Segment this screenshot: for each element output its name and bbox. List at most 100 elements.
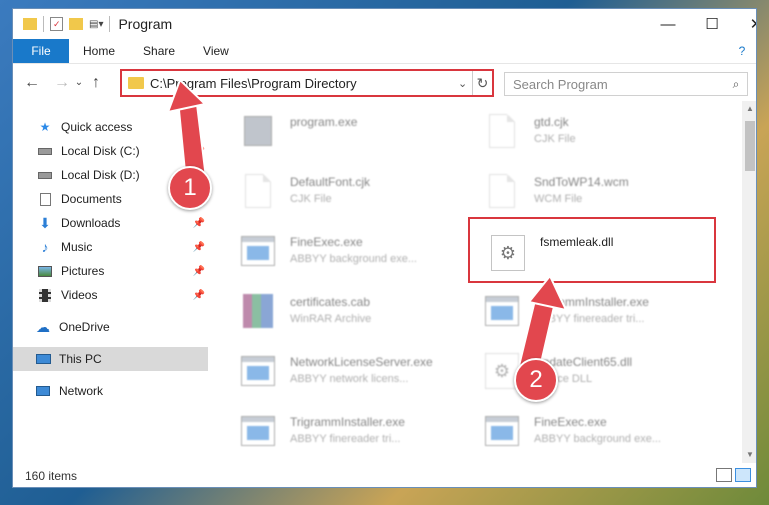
file-item[interactable]: program.exe <box>238 109 478 163</box>
sidebar-item-label: Network <box>59 384 104 398</box>
customize-toolbar-icon[interactable]: ▤▾ <box>89 19 103 30</box>
network-icon <box>35 384 51 398</box>
pin-icon[interactable]: 📌 <box>193 290 205 301</box>
sidebar-item-downloads[interactable]: ⬇ Downloads 📌 <box>13 211 208 235</box>
pin-icon[interactable]: 📌 <box>193 242 205 253</box>
computer-icon <box>35 352 51 366</box>
tab-share[interactable]: Share <box>129 39 189 63</box>
application-icon <box>482 409 522 453</box>
sidebar-item-network[interactable]: Network <box>13 379 208 403</box>
file-icon <box>482 109 522 153</box>
star-icon: ★ <box>39 120 51 134</box>
file-type: ABBYY background exe... <box>534 433 661 445</box>
file-item[interactable]: SndToWP14.wcm WCM File <box>482 169 722 223</box>
address-field[interactable]: C:\Program Files\Program Directory ⌄ ↻ <box>120 69 494 97</box>
sidebar-item-pictures[interactable]: Pictures 📌 <box>13 259 208 283</box>
title-bar: ✓ ▤▾ Program — ☐ ✕ <box>13 9 756 39</box>
details-view-icon[interactable] <box>716 468 732 482</box>
status-bar: 160 items <box>13 463 756 487</box>
help-icon[interactable]: ? <box>732 39 752 63</box>
tab-view[interactable]: View <box>189 39 243 63</box>
close-button[interactable]: ✕ <box>733 9 756 39</box>
scroll-up-icon[interactable]: ▲ <box>742 101 756 117</box>
file-name: SndToWP14.wcm <box>534 175 629 189</box>
tab-file[interactable]: File <box>13 39 69 63</box>
forward-button[interactable]: → <box>51 74 73 92</box>
file-name: certificates.cab <box>290 295 371 309</box>
recent-locations-button[interactable]: ⌄ <box>73 77 85 88</box>
file-item[interactable]: DefaultFont.cjk CJK File <box>238 169 478 223</box>
large-icons-view-icon[interactable] <box>735 468 751 482</box>
scroll-down-icon[interactable]: ▼ <box>742 447 756 463</box>
application-icon <box>482 289 522 333</box>
up-button[interactable]: ↑ <box>85 74 107 92</box>
folder-icon[interactable] <box>23 18 37 30</box>
pin-icon[interactable]: 📌 <box>193 218 205 229</box>
drive-icon <box>37 168 53 182</box>
search-input[interactable]: Search Program ⌕ <box>504 72 748 96</box>
file-type: ABBYY background exe... <box>290 253 417 265</box>
file-item[interactable]: certificates.cab WinRAR Archive <box>238 289 478 343</box>
file-item[interactable]: NetworkLicenseServer.exe ABBYY network li… <box>238 349 478 403</box>
vertical-scrollbar[interactable]: ▲ ▼ <box>742 101 756 463</box>
address-path[interactable]: C:\Program Files\Program Directory <box>150 76 458 91</box>
file-type: ABBYY network licens... <box>290 373 409 385</box>
sidebar-item-label: This PC <box>59 352 102 366</box>
sidebar-item-label: Pictures <box>61 264 105 278</box>
file-item[interactable]: TrigrammInstaller.exe ABBYY finereader tr… <box>238 409 478 463</box>
new-folder-icon[interactable] <box>69 18 83 30</box>
scroll-thumb[interactable] <box>745 121 755 171</box>
callout-2-badge: 2 <box>514 358 558 402</box>
application-icon <box>238 409 278 453</box>
sidebar-item-label: Downloads <box>61 216 121 230</box>
pin-icon[interactable]: 📌 <box>193 146 205 157</box>
file-icon <box>482 169 522 213</box>
folder-icon <box>128 77 144 89</box>
sidebar-item-this-pc[interactable]: This PC <box>13 347 208 371</box>
sidebar-item-music[interactable]: ♪ Music 📌 <box>13 235 208 259</box>
sidebar-item-label: Documents <box>61 192 122 206</box>
file-type: WCM File <box>534 193 583 205</box>
callout-1-badge: 1 <box>168 166 212 210</box>
file-item[interactable]: FineExec.exe ABBYY background exe... <box>238 229 478 283</box>
refresh-button[interactable]: ↻ <box>472 71 492 95</box>
file-name: TrigrammInstaller.exe <box>290 415 405 429</box>
file-item[interactable]: TrigrammInstaller.exe ABBYY finereader tr… <box>482 289 722 343</box>
cloud-icon: ☁ <box>36 318 50 335</box>
back-button[interactable]: ← <box>21 74 43 92</box>
sidebar-item-label: Music <box>61 240 93 254</box>
search-icon[interactable]: ⌕ <box>725 77 747 92</box>
separator <box>109 16 111 32</box>
item-count: 160 items <box>25 469 78 483</box>
file-type: ABBYY finereader tri... <box>534 313 645 325</box>
application-icon <box>238 229 278 273</box>
sidebar-item-label: Quick access <box>61 120 133 134</box>
file-name: NetworkLicenseServer.exe <box>290 355 433 369</box>
pin-icon[interactable]: 📌 <box>193 266 205 277</box>
file-type: WinRAR Archive <box>290 313 372 325</box>
minimize-button[interactable]: — <box>645 9 691 39</box>
chevron-down-icon[interactable]: ⌄ <box>458 77 472 90</box>
tab-home[interactable]: Home <box>69 39 129 63</box>
maximize-button[interactable]: ☐ <box>689 9 735 39</box>
file-highlight-box <box>468 217 716 283</box>
sidebar-item-onedrive[interactable]: ☁ OneDrive <box>13 315 208 339</box>
exe-icon <box>238 109 278 153</box>
archive-icon <box>238 289 278 333</box>
file-type: CJK File <box>290 193 332 205</box>
sidebar-item-videos[interactable]: Videos 📌 <box>13 283 208 307</box>
file-item[interactable]: gtd.cjk CJK File <box>482 109 722 163</box>
sidebar-item-label: Local Disk (D:) <box>61 168 140 182</box>
file-item[interactable]: FineExec.exe ABBYY background exe... <box>482 409 722 463</box>
sidebar-item-label: Videos <box>61 288 98 302</box>
videos-icon <box>37 288 53 302</box>
sidebar-item-local-disk-c[interactable]: Local Disk (C:) 📌 <box>13 139 208 163</box>
properties-icon[interactable]: ✓ <box>50 17 63 31</box>
search-placeholder[interactable]: Search Program <box>513 77 725 92</box>
file-icon <box>238 169 278 213</box>
ribbon-tabs: File Home Share View ? <box>13 39 756 63</box>
downloads-icon: ⬇ <box>39 214 51 231</box>
sidebar-item-quick-access[interactable]: ★ Quick access <box>13 115 208 139</box>
pictures-icon <box>37 264 53 278</box>
file-name: DefaultFont.cjk <box>290 175 371 189</box>
